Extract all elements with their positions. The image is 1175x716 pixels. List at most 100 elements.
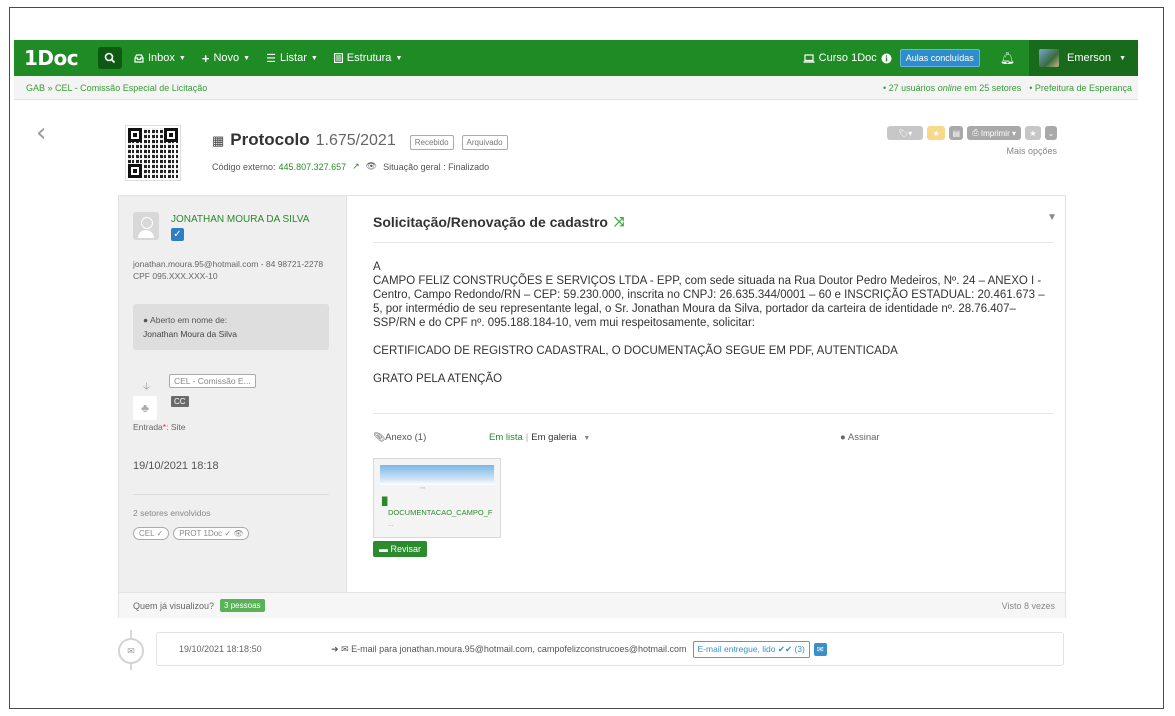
chevron-down-icon: ▼ [1119, 54, 1126, 62]
revisar-button[interactable]: ▬ Revisar [373, 541, 428, 557]
protocol-header: ▦ Protocolo 1.675/2021 Recebido Arquivad… [212, 130, 510, 150]
back-arrow-icon[interactable]: ‹ [36, 118, 46, 148]
search-button[interactable] [98, 47, 122, 69]
org-info: • 27 usuários online em 25 setores • Pre… [883, 83, 1138, 93]
divider [373, 413, 1053, 414]
aulas-badge[interactable]: Aulas concluídas [899, 49, 980, 67]
users-online-suffix: em 25 setores [964, 82, 1022, 93]
nav-inbox[interactable]: Inbox ▼ [134, 52, 186, 64]
viewers-badge[interactable]: 3 pessoas [220, 599, 265, 612]
revisar-label: Revisar [390, 544, 422, 554]
nav-listar-label: Listar [279, 52, 307, 64]
more-options-link[interactable]: Mais opções [1006, 146, 1057, 156]
breadcrumb[interactable]: GAB » CEL - Comissão Especial de Licitaç… [26, 83, 207, 93]
sector-tag[interactable]: CEL - Comissão E... [169, 374, 256, 388]
status-tag-recebido[interactable]: Recebido [409, 135, 454, 150]
search-icon [104, 52, 116, 64]
nav-novo[interactable]: + Novo ▼ [202, 51, 250, 66]
thumbnail-dots: ◦◦ [420, 485, 425, 492]
attachment-more: ... [388, 521, 394, 528]
user-menu[interactable]: Emerson ▼ [1029, 40, 1138, 76]
nav-listar[interactable]: ☰ Listar ▼ [266, 52, 318, 65]
star-button[interactable]: ★ [927, 126, 946, 140]
sender-panel: JONATHAN MOURA DA SILVA ✓ jonathan.moura… [119, 196, 347, 592]
message-body: A CAMPO FELIZ CONSTRUÇÕES E SERVIÇOS LTD… [373, 260, 1053, 400]
users-online-word: online [937, 82, 962, 93]
chevron-down-icon: ▼ [395, 54, 403, 62]
info-icon: ● [143, 315, 149, 325]
anexo-label-wrap: 📎︎Anexo (1) [373, 432, 489, 443]
shuffle-icon: ⤨ [613, 214, 625, 229]
document-button[interactable]: ▤ [949, 126, 964, 140]
assinar-link[interactable]: ● Assinar [840, 432, 880, 443]
check-icon: ✓ [171, 228, 184, 241]
envelope-icon[interactable]: ✉ [813, 642, 827, 656]
plus-icon: + [201, 50, 210, 66]
chevron-down-icon[interactable]: ▼ [583, 435, 590, 442]
aberto-name: Jonathan Moura da Silva [143, 329, 238, 339]
attachment-name[interactable]: DOCUMENTACAO_CAMPO_F [388, 508, 500, 517]
event-description: ➜ ✉ E-mail para jonathan.moura.95@hotmai… [331, 644, 687, 655]
external-link-icon[interactable]: ↗ [352, 161, 360, 172]
users-online[interactable]: • 27 usuários online em 25 setores [883, 83, 1021, 93]
view-toggle: Em lista | Em galeria ▼ [489, 432, 591, 443]
breadcrumb-bar: GAB » CEL - Comissão Especial de Licitaç… [14, 76, 1138, 100]
email-status-badge[interactable]: E-mail entregue, lido ✔✔ (3) [692, 640, 810, 658]
curso-link[interactable]: Curso 1Doc [803, 52, 892, 64]
chevron-down-icon[interactable]: ▼ [1047, 212, 1057, 223]
envelope-icon: ✉ [118, 638, 144, 664]
chevron-down-icon: ▼ [178, 54, 186, 62]
curso-label: Curso 1Doc [818, 52, 877, 64]
print-icon: ⎙ [972, 128, 979, 137]
view-em-lista[interactable]: Em lista [489, 432, 523, 443]
sender-cpf: CPF 095.XXX.XXX-10 [133, 271, 218, 281]
setor-pill-prot[interactable]: PROT 1Doc ✓ 👁 [173, 527, 250, 540]
nav-novo-label: Novo [213, 52, 240, 64]
anexo-label: Anexo (1) [385, 432, 427, 443]
org-chart-icon: ♣ [133, 396, 157, 420]
divider [133, 494, 329, 495]
timeline-event: 19/10/2021 18:18:50 ➜ ✉ E-mail para jona… [156, 632, 1064, 666]
card-footer: Quem já visualizou? 3 pessoas Visto 8 ve… [119, 592, 1065, 618]
message-paragraph: CERTIFICADO DE REGISTRO CADASTRAL, O DOC… [373, 345, 898, 357]
external-code-row: Código externo: 445.807.327.657 ↗ 👁︎ Sit… [212, 161, 489, 172]
setor-pill-cel[interactable]: CEL ✓ [133, 527, 170, 540]
entrada-label: Entrada [133, 422, 163, 432]
user-name: Emerson [1067, 52, 1112, 64]
arrow-down-icon: 🡣 [143, 381, 151, 392]
external-code-label: Código externo: [212, 161, 276, 172]
setores-list: CEL ✓ PROT 1Doc ✓ 👁 [133, 527, 250, 540]
view-em-galeria[interactable]: Em galeria [531, 432, 576, 443]
laptop-icon [803, 53, 815, 63]
chevron-down-icon: ▼ [310, 54, 318, 62]
setores-count: 2 setores envolvidos [133, 508, 211, 518]
event-date: 19/10/2021 18:18:50 [179, 644, 262, 654]
favorite-button[interactable]: ★ [1025, 126, 1041, 140]
avatar [1039, 49, 1060, 67]
nav-right-group: Curso 1Doc Aulas concluídas 🔔︎ Emerson ▼ [803, 40, 1138, 76]
tag-button[interactable]: 🏷︎▾ [887, 126, 924, 140]
protocol-card: JONATHAN MOURA DA SILVA ✓ jonathan.moura… [118, 195, 1066, 618]
message-paragraph: GRATO PELA ATENÇÃO [373, 373, 503, 385]
app-logo[interactable]: 1Doc [14, 46, 98, 70]
attachment-thumbnail[interactable]: ◦◦ ▉ DOCUMENTACAO_CAMPO_F ... [373, 458, 501, 538]
inbox-icon [134, 53, 144, 63]
print-label: Imprimir [980, 128, 1010, 138]
sender-name[interactable]: JONATHAN MOURA DA SILVA [171, 214, 309, 225]
visto-count: Visto 8 vezes [1001, 600, 1055, 611]
nav-estrutura-label: Estrutura [346, 52, 392, 64]
envelope-icon: ✉ [341, 643, 349, 654]
prefeitura-link[interactable]: • Prefeitura de Esperança [1029, 83, 1132, 93]
sender-email-phone: jonathan.moura.95@hotmail.com - 84 98721… [133, 259, 324, 269]
status-tag-arquivado[interactable]: Arquivado [461, 135, 508, 150]
qrcode-icon: ▦ [212, 133, 225, 148]
bell-icon[interactable]: 🔔︎ [1000, 51, 1015, 65]
sender-date: 19/10/2021 18:18 [133, 460, 219, 472]
action-toolbar: 🏷︎▾ ★ ▤ ⎙ Imprimir ▾ ★ ⌄ [887, 126, 1057, 140]
nav-estrutura[interactable]: Estrutura ▼ [333, 52, 403, 64]
file-icon: ▉ [382, 497, 389, 506]
print-button[interactable]: ⎙ Imprimir ▾ [967, 126, 1021, 140]
protocol-number: 1.675/2021 [315, 132, 396, 149]
more-button[interactable]: ⌄ [1045, 126, 1057, 140]
external-code-link[interactable]: 445.807.327.657 [279, 162, 347, 172]
